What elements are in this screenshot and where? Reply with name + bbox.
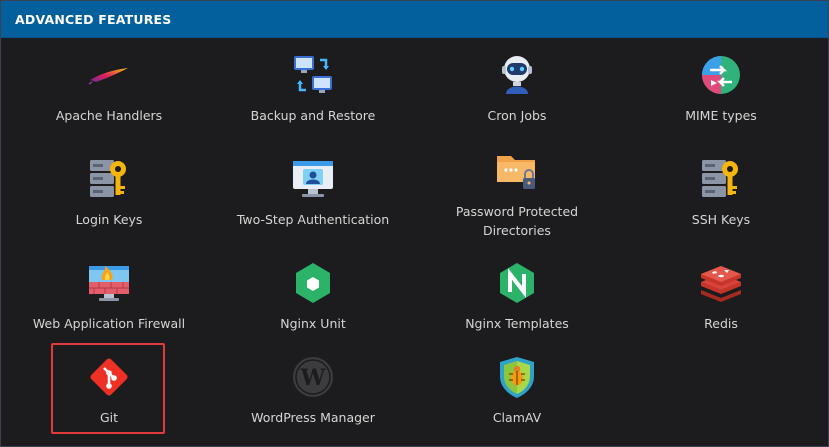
feature-waf[interactable]: Web Application Firewall xyxy=(6,260,212,333)
tile-label: Git xyxy=(99,410,119,425)
robot-icon xyxy=(494,52,540,98)
feature-nginx-unit[interactable]: Nginx Unit xyxy=(210,260,416,333)
feature-password-protected-directories[interactable]: Password Protected Directories xyxy=(414,148,620,240)
tile-label: WordPress Manager xyxy=(251,410,375,425)
advanced-features-panel: ADVANCED FEATURES Apache Handlers Backup… xyxy=(0,0,829,447)
server-key-icon xyxy=(86,156,132,202)
tile-label: Apache Handlers xyxy=(55,108,163,123)
feature-mime-types[interactable]: MIME types xyxy=(618,52,824,125)
monitor-user-icon xyxy=(290,156,336,202)
tile-label: Nginx Unit xyxy=(280,316,346,331)
feature-login-keys[interactable]: Login Keys xyxy=(6,156,212,229)
mime-globe-icon xyxy=(698,52,744,98)
features-grid: Apache Handlers Backup and Restore Cron … xyxy=(1,38,828,446)
redis-icon xyxy=(698,260,744,306)
nginx-unit-icon xyxy=(290,260,336,306)
clamav-shield-icon xyxy=(494,354,540,400)
tile-label: Redis xyxy=(704,316,738,331)
tile-label: Backup and Restore xyxy=(250,108,376,123)
feature-apache-handlers[interactable]: Apache Handlers xyxy=(6,52,212,125)
firewall-icon xyxy=(86,260,132,306)
feature-git[interactable]: Git xyxy=(6,354,212,427)
server-key-icon xyxy=(698,156,744,202)
tile-label: Nginx Templates xyxy=(465,316,569,331)
backup-monitors-icon xyxy=(290,52,336,98)
feature-wordpress-manager[interactable]: W WordPress Manager xyxy=(210,354,416,427)
panel-title: ADVANCED FEATURES xyxy=(15,11,172,27)
tile-label: Web Application Firewall xyxy=(32,316,186,331)
folder-lock-icon xyxy=(494,148,540,194)
feature-two-step-auth[interactable]: Two-Step Authentication xyxy=(210,156,416,229)
tile-label: Login Keys xyxy=(75,212,143,227)
git-icon xyxy=(86,354,132,400)
feature-backup-restore[interactable]: Backup and Restore xyxy=(210,52,416,125)
nginx-icon xyxy=(494,260,540,306)
tile-label: MIME types xyxy=(685,108,757,123)
feature-clamav[interactable]: ClamAV xyxy=(414,354,620,427)
tile-label: Cron Jobs xyxy=(487,108,547,123)
tile-label: ClamAV xyxy=(492,410,542,425)
feature-nginx-templates[interactable]: Nginx Templates xyxy=(414,260,620,333)
apache-feather-icon xyxy=(86,52,132,98)
feature-cron-jobs[interactable]: Cron Jobs xyxy=(414,52,620,125)
feature-redis[interactable]: Redis xyxy=(618,260,824,333)
svg-text:W: W xyxy=(300,365,326,391)
tile-label: Password Protected Directories xyxy=(455,204,579,238)
feature-ssh-keys[interactable]: SSH Keys xyxy=(618,156,824,229)
wordpress-icon: W xyxy=(290,354,336,400)
panel-header: ADVANCED FEATURES xyxy=(1,1,828,38)
tile-label: SSH Keys xyxy=(691,212,751,227)
tile-label: Two-Step Authentication xyxy=(236,212,390,227)
